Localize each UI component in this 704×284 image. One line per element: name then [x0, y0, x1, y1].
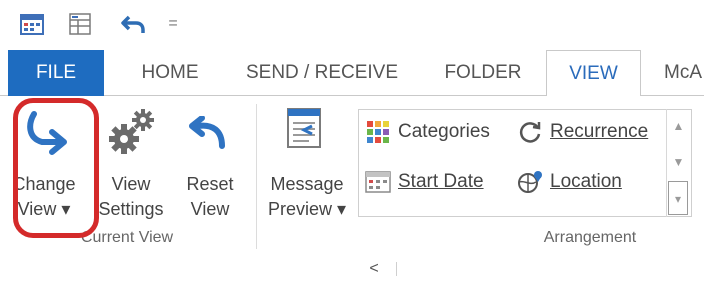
location-icon — [516, 168, 544, 196]
categories-label: Categories — [398, 121, 490, 142]
tab-more[interactable]: McA — [664, 50, 704, 96]
bottom-strip: < — [0, 256, 704, 284]
view-settings-label-2: Settings — [98, 199, 164, 219]
recurrence-label: Recurrence — [550, 121, 649, 142]
change-view-highlight — [13, 98, 99, 238]
tab-view[interactable]: VIEW — [546, 50, 641, 97]
gallery-scroll: ▲ ▼ ▾ — [666, 109, 690, 217]
gallery-more-icon[interactable]: ▾ — [668, 181, 688, 215]
reset-icon — [186, 115, 226, 155]
arrangement-recurrence[interactable]: Recurrence — [516, 112, 648, 152]
quick-access-toolbar: = — [0, 0, 704, 50]
start-date-icon — [364, 168, 392, 196]
customize-glyph: = — [168, 15, 178, 32]
arrangement-categories[interactable]: Categories — [364, 112, 490, 152]
ribbon-tabs: FILE HOME SEND / RECEIVE FOLDER VIEW McA — [0, 50, 704, 97]
grid-icon[interactable] — [66, 10, 94, 38]
message-preview-label-2: Preview ▾ — [267, 199, 347, 219]
categories-icon — [364, 118, 392, 146]
undo-icon[interactable] — [118, 10, 148, 38]
group-separator — [256, 104, 257, 249]
view-settings-label-1: View — [111, 174, 151, 194]
tab-folder[interactable]: FOLDER — [426, 50, 540, 96]
start-date-label: Start Date — [398, 171, 484, 192]
ribbon-view: Change View ▾ View Settings Reset View C… — [0, 96, 704, 256]
gear-icon — [106, 106, 158, 163]
tab-home[interactable]: HOME — [120, 50, 220, 96]
recurrence-icon — [516, 118, 544, 146]
message-preview-icon — [284, 106, 328, 155]
collapse-left-icon[interactable]: < — [364, 258, 384, 280]
reset-view-label-1: Reset — [186, 174, 234, 194]
tab-file[interactable]: FILE — [8, 50, 104, 96]
customize-icon[interactable]: = — [162, 10, 184, 38]
calendar-icon[interactable] — [18, 10, 46, 38]
gallery-scroll-down-icon[interactable]: ▼ — [667, 145, 690, 180]
view-settings-button[interactable]: View Settings — [94, 96, 172, 221]
gallery-scroll-up-icon[interactable]: ▲ — [667, 109, 690, 144]
arrangement-start-date[interactable]: Start Date — [364, 162, 484, 202]
reset-view-label-2: View — [190, 199, 230, 219]
tab-send-receive[interactable]: SEND / RECEIVE — [238, 50, 406, 96]
message-preview-label-1: Message — [270, 174, 344, 194]
arrangement-location[interactable]: Location — [516, 162, 622, 202]
location-label: Location — [550, 171, 622, 192]
bottom-divider — [396, 262, 397, 276]
message-preview-button[interactable]: Message Preview ▾ — [260, 96, 354, 221]
reset-view-button[interactable]: Reset View — [174, 96, 246, 221]
arrangement-group-label: Arrangement — [543, 229, 637, 246]
